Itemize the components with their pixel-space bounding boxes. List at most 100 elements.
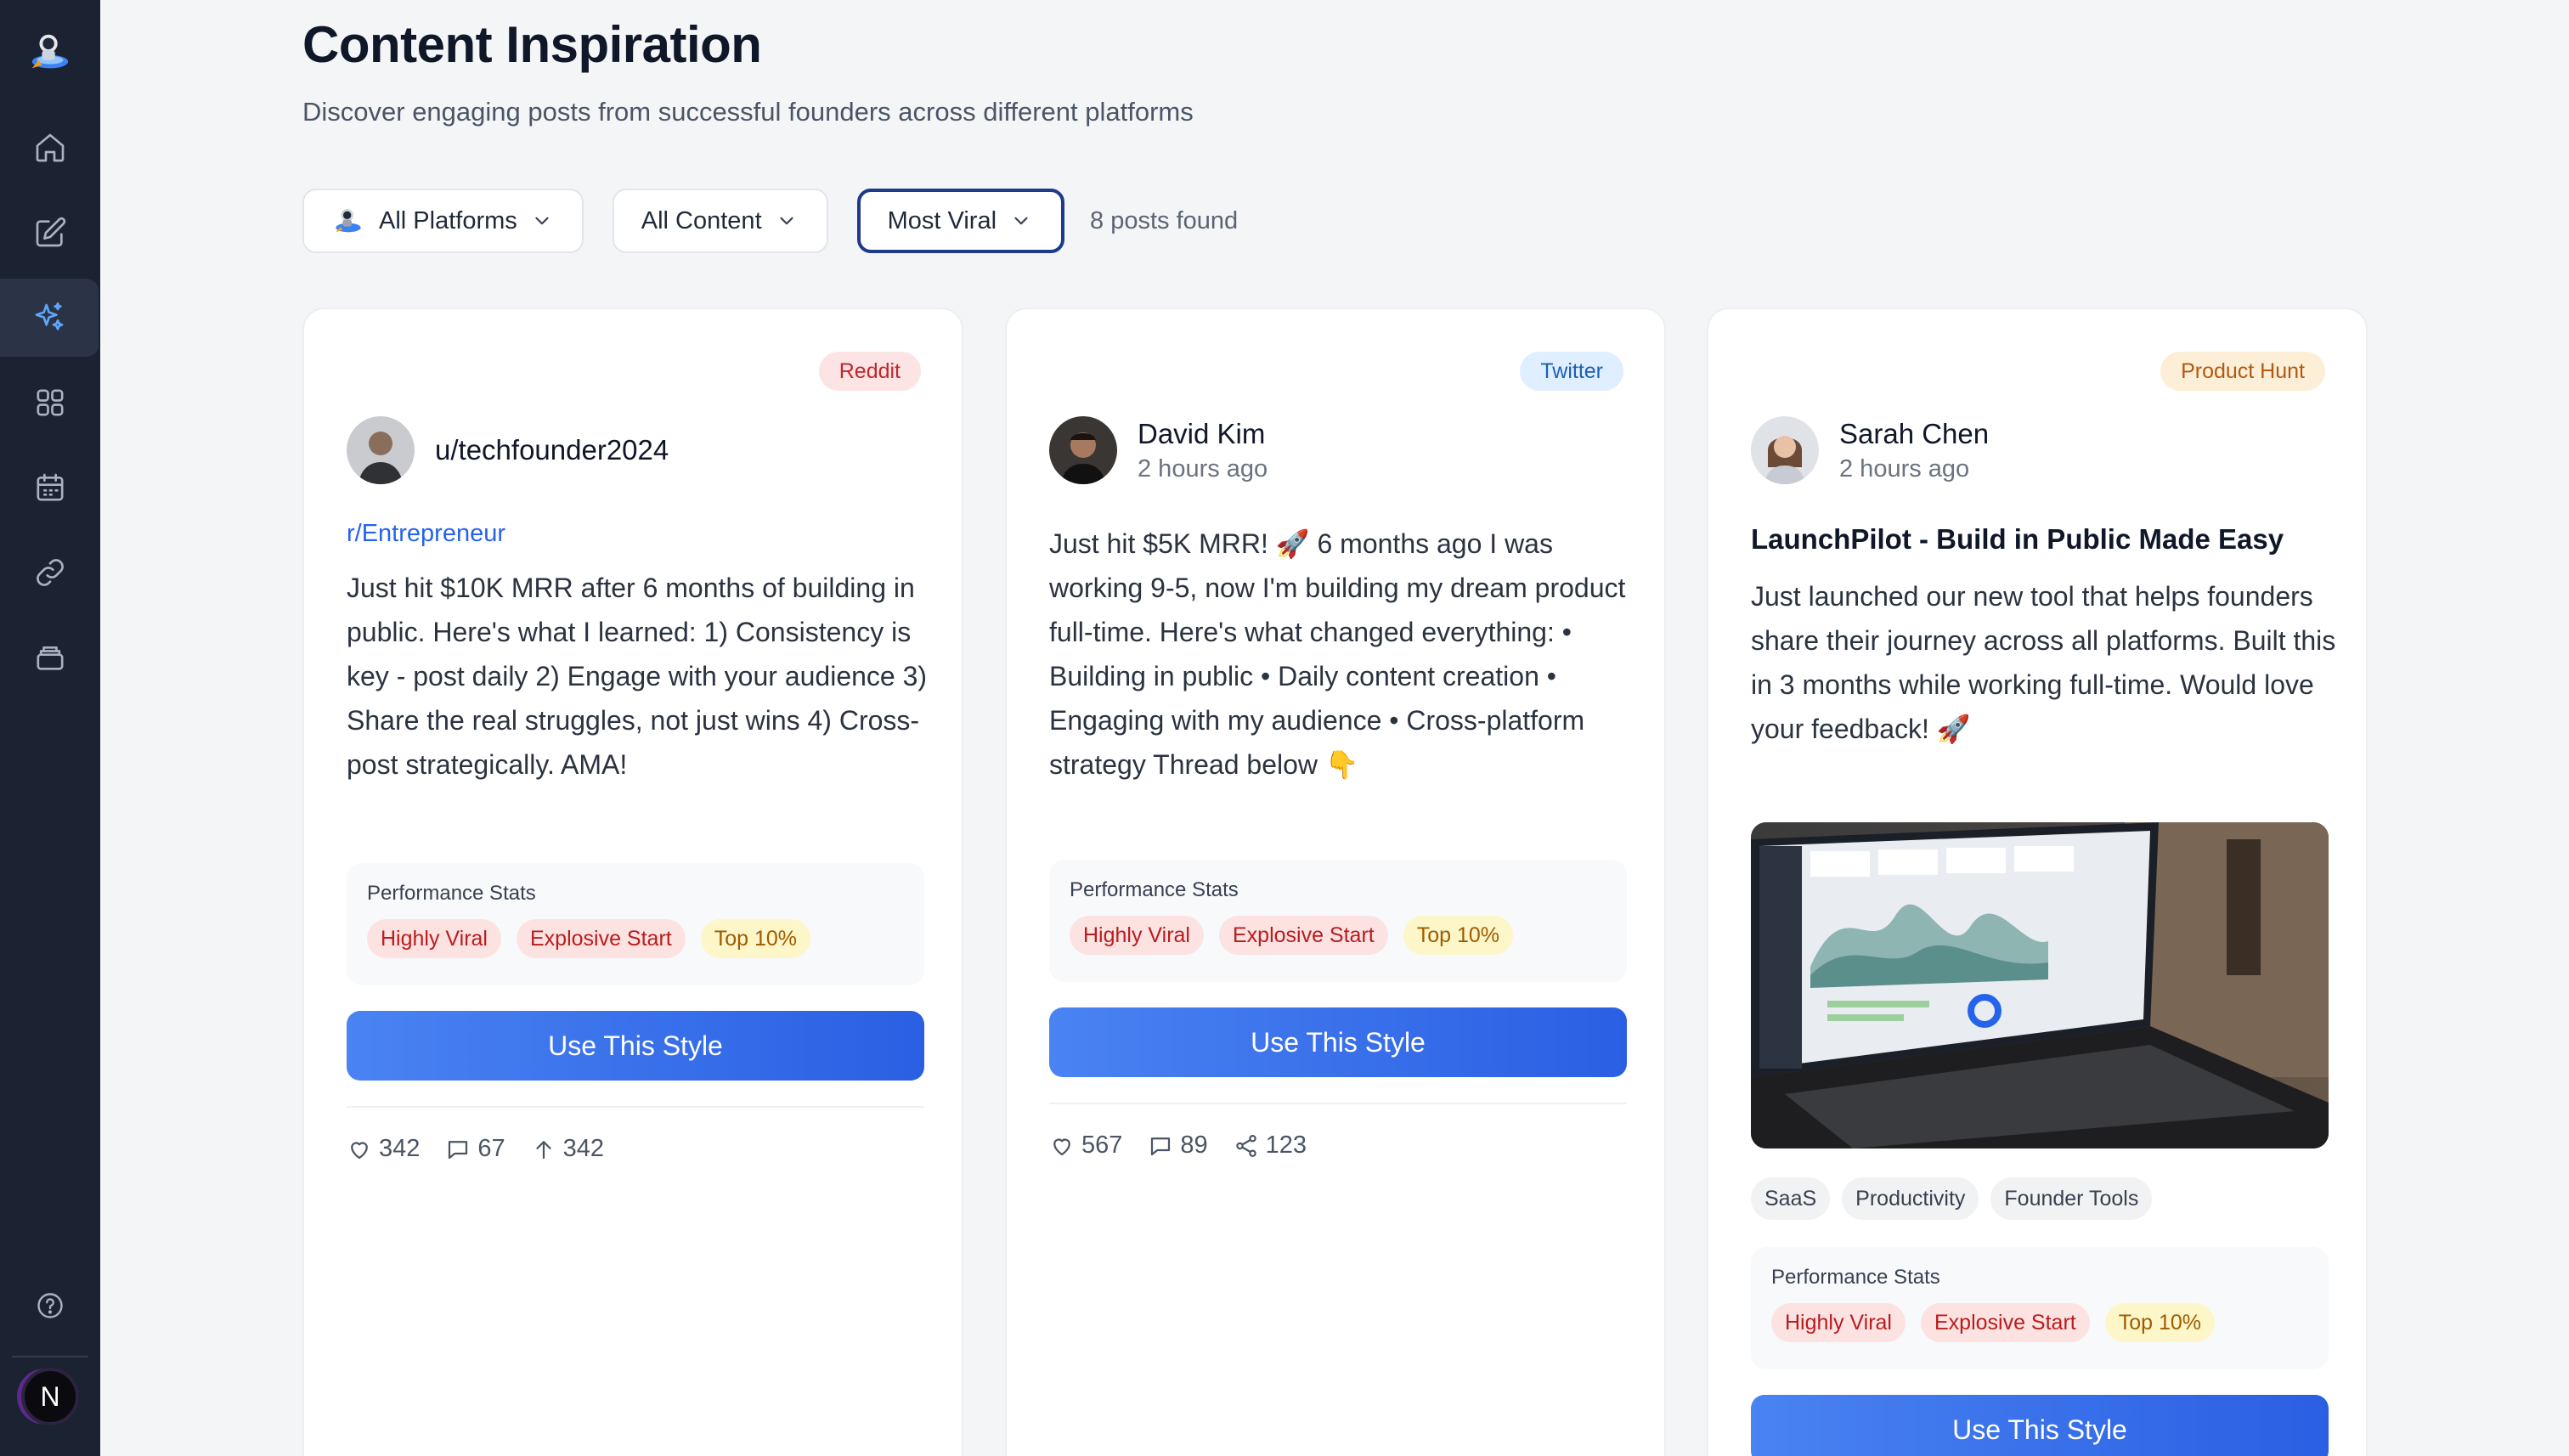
avatar — [1049, 416, 1117, 484]
sidebar-divider — [12, 1356, 88, 1357]
author-name[interactable]: u/techfounder2024 — [435, 434, 669, 466]
use-this-style-button[interactable]: Use This Style — [1049, 1007, 1627, 1077]
post-card: Product Hunt Sarah Chen 2 hours ago Laun… — [1707, 308, 2368, 1456]
status-badge: Highly Viral — [1070, 916, 1204, 955]
stats-title: Performance Stats — [367, 882, 536, 905]
post-author: David Kim 2 hours ago — [1049, 416, 1268, 484]
upvotes[interactable]: 342 — [531, 1135, 604, 1163]
sidebar-item-dashboard[interactable] — [0, 364, 100, 442]
content-filter-dropdown[interactable]: All Content — [612, 189, 828, 253]
sidebar-item-archive[interactable] — [0, 618, 100, 697]
post-title: LaunchPilot - Build in Public Made Easy — [1751, 523, 2284, 555]
stats-title: Performance Stats — [1771, 1266, 1940, 1289]
page-title: Content Inspiration — [302, 16, 762, 73]
use-this-style-button[interactable]: Use This Style — [347, 1011, 924, 1081]
calendar-icon — [37, 473, 64, 501]
platform-badge: Reddit — [818, 352, 921, 391]
status-badge: Explosive Start — [1920, 1303, 2090, 1342]
grid-icon — [37, 389, 64, 416]
heart-icon — [1053, 1137, 1070, 1155]
page-subtitle: Discover engaging posts from successful … — [302, 97, 1194, 127]
comments-count: 67 — [477, 1135, 505, 1162]
platform-badge: Twitter — [1520, 352, 1623, 391]
engagement-stats: 567 89 123 — [1049, 1132, 1307, 1160]
status-badge: Highly Viral — [1771, 1303, 1906, 1342]
sidebar: N — [0, 0, 100, 1456]
platform-badge: Product Hunt — [2160, 352, 2325, 391]
stats-title: Performance Stats — [1070, 878, 1239, 901]
status-badge: Explosive Start — [516, 919, 686, 958]
performance-stats: Performance Stats Highly Viral Explosive… — [347, 863, 924, 985]
edit-icon — [36, 217, 66, 247]
post-timestamp: 2 hours ago — [1138, 454, 1268, 483]
post-card: Twitter David Kim 2 hours ago Just hit $… — [1005, 308, 1666, 1456]
status-badge: Top 10% — [1403, 916, 1514, 955]
card-divider — [1049, 1103, 1627, 1104]
card-divider — [347, 1106, 924, 1108]
post-author: u/techfounder2024 — [347, 416, 669, 484]
sidebar-item-home[interactable] — [0, 109, 100, 187]
platform-filter-label: All Platforms — [379, 206, 517, 234]
help-circle-icon[interactable] — [35, 1290, 65, 1325]
sidebar-bottom: N — [0, 1290, 100, 1425]
post-timestamp: 2 hours ago — [1839, 454, 1970, 483]
user-avatar[interactable]: N — [21, 1368, 79, 1425]
post-body: Just hit $10K MRR after 6 months of buil… — [347, 573, 928, 780]
stats-chips: Highly Viral Explosive Start Top 10% — [1771, 1303, 2308, 1342]
post-body: Just hit $5K MRR! 🚀 6 months ago I was w… — [1049, 528, 1626, 780]
comments-count: 89 — [1180, 1132, 1208, 1159]
performance-stats: Performance Stats Highly Viral Explosive… — [1049, 860, 1627, 982]
sort-label: Most Viral — [887, 206, 997, 234]
author-name[interactable]: David Kim — [1138, 418, 1268, 450]
status-badge: Highly Viral — [367, 919, 501, 958]
comment-icon — [1151, 1137, 1171, 1155]
rocket-astronaut-logo[interactable] — [24, 25, 76, 78]
product-screenshot-image — [1751, 822, 2329, 1148]
shares[interactable]: 123 — [1234, 1132, 1307, 1160]
filter-bar: All Platforms All Content Most Viral 8 p… — [302, 189, 1238, 253]
comments[interactable]: 67 — [445, 1135, 505, 1163]
shares-count: 123 — [1265, 1132, 1307, 1159]
sidebar-item-create[interactable] — [0, 194, 100, 272]
post-body: Just launched our new tool that helps fo… — [1751, 581, 2336, 744]
subreddit-link[interactable]: r/Entrepreneur — [347, 520, 505, 548]
tag[interactable]: SaaS — [1751, 1177, 1831, 1220]
chevron-down-icon — [1014, 217, 1028, 225]
sidebar-item-integrations[interactable] — [0, 533, 100, 612]
tag[interactable]: Founder Tools — [1990, 1177, 2153, 1220]
sparkles-icon — [35, 302, 64, 330]
sidebar-item-inspiration[interactable] — [0, 279, 99, 357]
product-tags: SaaS Productivity Founder Tools — [1751, 1177, 2153, 1220]
heart-icon — [351, 1141, 368, 1159]
use-this-style-button[interactable]: Use This Style — [1751, 1395, 2329, 1456]
engagement-stats: 342 67 342 — [347, 1135, 604, 1163]
post-author: Sarah Chen 2 hours ago — [1751, 416, 1989, 484]
likes[interactable]: 342 — [347, 1135, 420, 1163]
share-icon — [1235, 1134, 1256, 1157]
status-badge: Top 10% — [700, 919, 811, 958]
post-card: Reddit u/techfounder2024 r/Entrepreneur … — [302, 308, 963, 1456]
sidebar-item-calendar[interactable] — [0, 449, 100, 527]
status-badge: Top 10% — [2104, 1303, 2216, 1342]
comments[interactable]: 89 — [1148, 1132, 1208, 1160]
stats-chips: Highly Viral Explosive Start Top 10% — [367, 919, 904, 958]
chevron-down-icon — [535, 217, 549, 225]
status-badge: Explosive Start — [1218, 916, 1388, 955]
tag[interactable]: Productivity — [1842, 1177, 1979, 1220]
author-name[interactable]: Sarah Chen — [1839, 418, 1989, 450]
sidebar-nav — [0, 109, 100, 697]
platform-filter-dropdown[interactable]: All Platforms — [302, 189, 584, 253]
sort-dropdown[interactable]: Most Viral — [856, 189, 1065, 253]
avatar — [347, 416, 415, 484]
link-icon — [37, 559, 64, 586]
main-content: Content Inspiration Discover engaging po… — [100, 0, 2569, 1456]
avatar — [1751, 416, 1819, 484]
likes[interactable]: 567 — [1049, 1132, 1122, 1160]
performance-stats: Performance Stats Highly Viral Explosive… — [1751, 1247, 2329, 1369]
chevron-down-icon — [780, 217, 793, 225]
posts-count: 8 posts found — [1090, 206, 1239, 234]
stats-chips: Highly Viral Explosive Start Top 10% — [1070, 916, 1606, 955]
arrow-up-icon — [536, 1140, 551, 1159]
archive-icon — [37, 646, 64, 670]
likes-count: 567 — [1081, 1132, 1123, 1159]
